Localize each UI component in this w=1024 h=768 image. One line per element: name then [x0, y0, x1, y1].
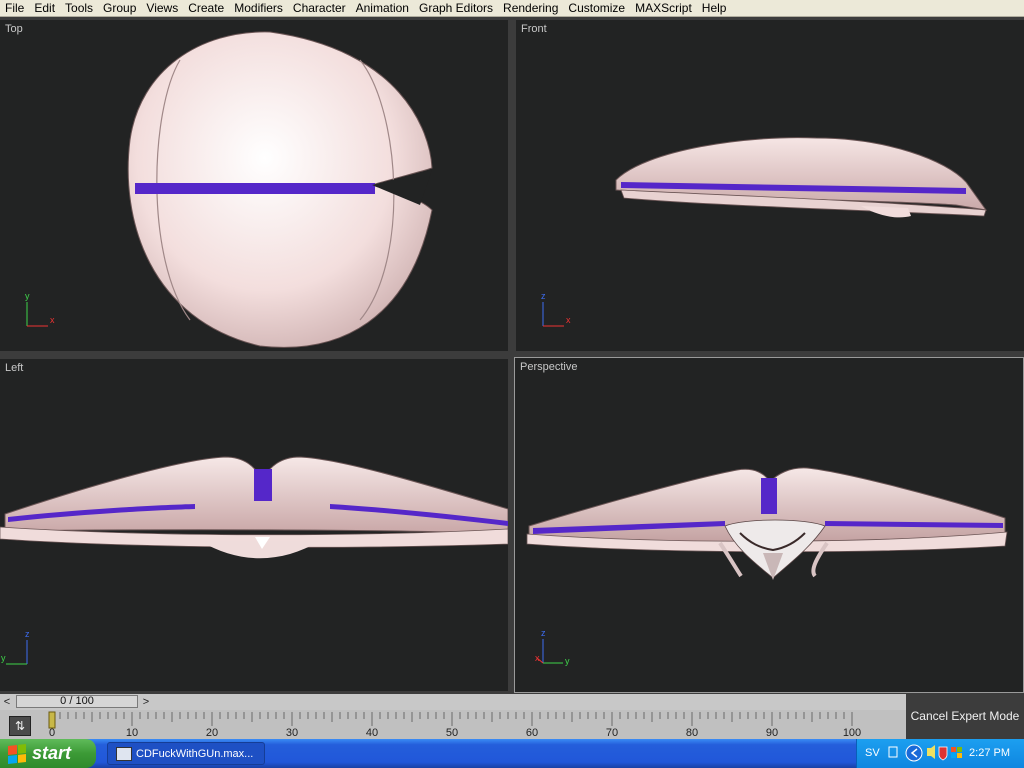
start-button[interactable]: start — [0, 739, 96, 768]
start-label: start — [32, 743, 72, 763]
menu-item-modifiers[interactable]: Modifiers — [229, 0, 288, 16]
windows-logo-icon — [8, 743, 26, 764]
clock[interactable]: 2:27 PM — [969, 739, 1010, 768]
model-top-view: y x — [25, 31, 433, 348]
axis-label: y — [1, 653, 6, 663]
axis-label: x — [50, 315, 55, 325]
track-tick-label: 30 — [286, 727, 298, 739]
track-tick-label: 70 — [606, 727, 618, 739]
viewport-perspective[interactable]: Perspective z y x — [514, 357, 1024, 693]
track-tick-label: 40 — [366, 727, 378, 739]
axis-gizmo: z x — [541, 291, 571, 327]
viewport-left[interactable]: Left z y — [0, 359, 508, 691]
cancel-expert-mode-button[interactable]: Cancel Expert Mode — [908, 705, 1022, 727]
menu-item-create[interactable]: Create — [183, 0, 229, 16]
axis-label: x — [566, 315, 571, 325]
current-frame-marker[interactable] — [48, 711, 56, 729]
taskbar-item-3dsmax[interactable]: CDFuckWithGUn.max... — [107, 742, 265, 765]
axis-label: z — [541, 291, 546, 301]
time-slider-thumb[interactable]: 0 / 100 — [16, 695, 138, 708]
menu-item-character[interactable]: Character — [288, 0, 351, 16]
axis-gizmo: z y x — [535, 628, 570, 666]
menu-item-maxscript[interactable]: MAXScript — [630, 0, 697, 16]
time-slider-bar: < 0 / 100 > — [0, 694, 906, 710]
model-left-view: z y — [0, 456, 508, 665]
time-next-button[interactable]: > — [139, 694, 153, 710]
track-tick-label: 60 — [526, 727, 538, 739]
menu-item-tools[interactable]: Tools — [60, 0, 98, 16]
menu-item-rendering[interactable]: Rendering — [498, 0, 563, 16]
track-tick-label: 100 — [843, 727, 861, 739]
key-icon[interactable]: ⇅ — [9, 716, 31, 736]
track-tick-label: 20 — [206, 727, 218, 739]
taskbar-item-label: CDFuckWithGUn.max... — [136, 747, 254, 760]
track-tick-label: 10 — [126, 727, 138, 739]
viewport-top[interactable]: Top y x — [0, 20, 508, 351]
track-bar[interactable]: 0 10 20 30 40 50 60 70 80 90 100 — [0, 710, 906, 739]
track-tick-label: 80 — [686, 727, 698, 739]
axis-gizmo: y x — [25, 291, 55, 327]
axis-label: y — [565, 656, 570, 666]
menu-item-help[interactable]: Help — [697, 0, 732, 16]
app-window-icon — [116, 746, 132, 761]
menu-item-graph-editors[interactable]: Graph Editors — [414, 0, 498, 16]
audio-icon[interactable] — [927, 745, 935, 759]
security-icon[interactable] — [938, 746, 948, 761]
track-tick-label: 50 — [446, 727, 458, 739]
model-perspective-view: z y x — [526, 467, 1008, 666]
menu-item-views[interactable]: Views — [141, 0, 183, 16]
menu-item-group[interactable]: Group — [98, 0, 141, 16]
time-prev-button[interactable]: < — [0, 694, 14, 710]
track-tick-label: 90 — [766, 727, 778, 739]
system-tray: SV 2:27 PM — [856, 739, 1024, 768]
axis-label: z — [25, 629, 30, 639]
menu-item-animation[interactable]: Animation — [351, 0, 414, 16]
menu-item-customize[interactable]: Customize — [563, 0, 630, 16]
chevron-left-icon[interactable] — [905, 744, 923, 762]
menu-item-edit[interactable]: Edit — [29, 0, 60, 16]
axis-gizmo: z y — [1, 629, 30, 665]
viewport-front[interactable]: Front z x — [516, 20, 1024, 351]
menu-bar: File Edit Tools Group Views Create Modifiers Ch… — [0, 0, 1024, 17]
windows-flag-icon[interactable] — [951, 747, 962, 758]
axis-label: x — [535, 653, 540, 663]
track-ruler: 0 10 20 30 40 50 60 70 80 90 100 — [48, 711, 861, 739]
axis-label: y — [25, 291, 30, 301]
menu-item-file[interactable]: File — [0, 0, 29, 16]
axis-label: z — [541, 628, 546, 638]
track-tick-label: 0 — [49, 727, 55, 739]
taskbar: start CDFuckWithGUn.max... SV 2:27 PM — [0, 739, 1024, 768]
model-front-view: z x — [541, 137, 988, 327]
network-icon[interactable] — [888, 746, 898, 758]
